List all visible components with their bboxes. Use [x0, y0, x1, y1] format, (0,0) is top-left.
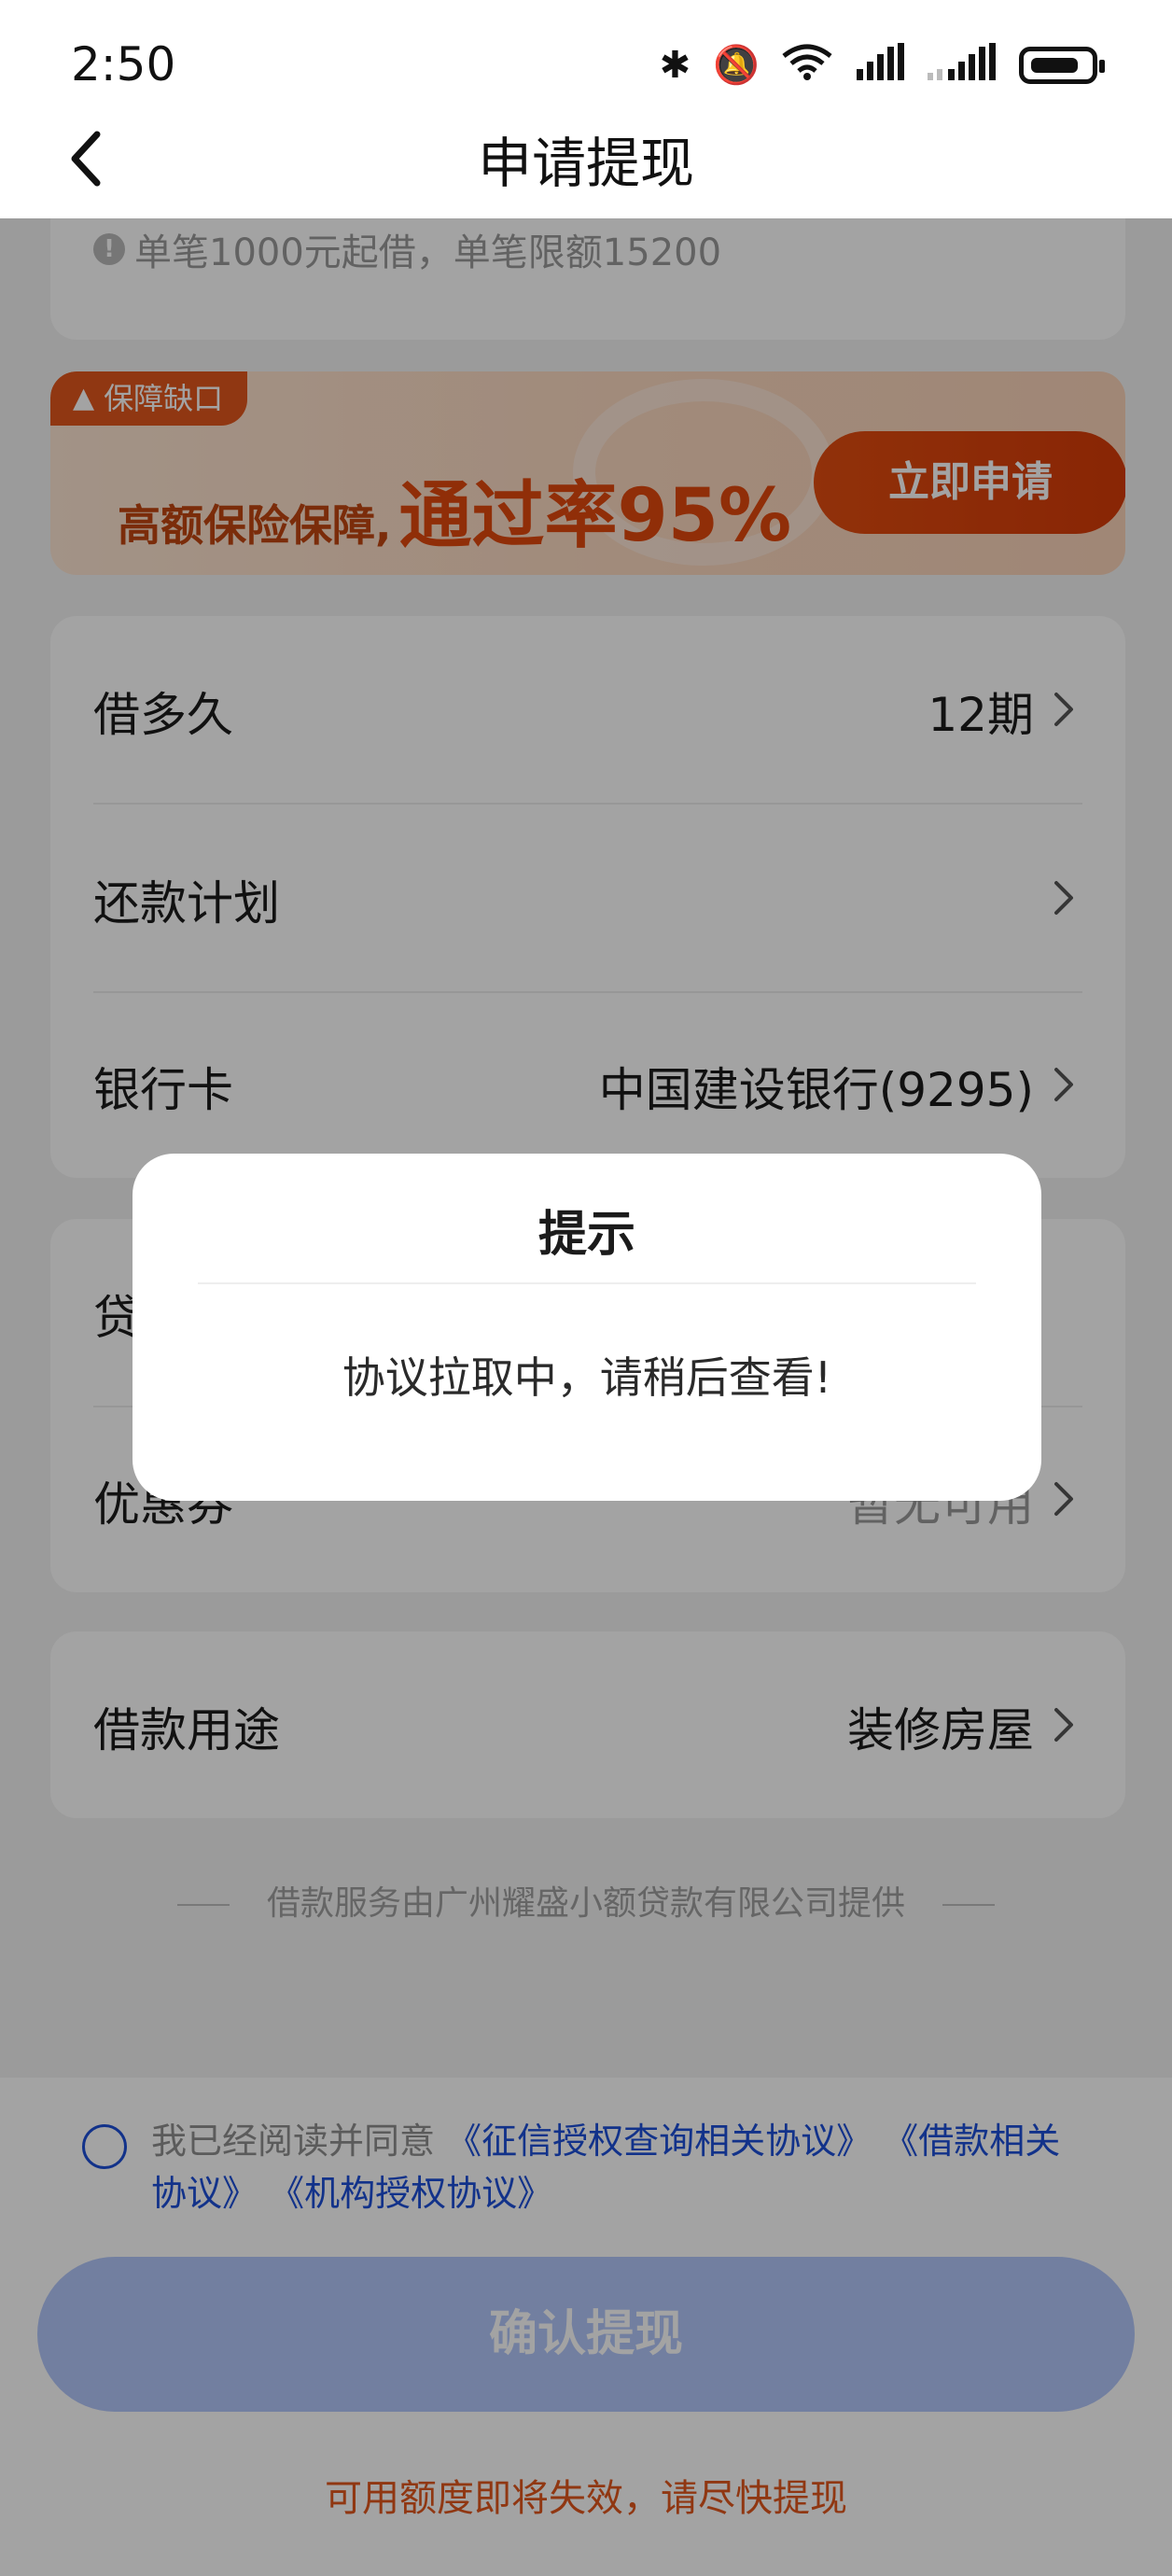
status-icons: ✱ 🔕 — [659, 43, 1105, 87]
signal-icon — [855, 43, 905, 87]
nav-bar: 申请提现 — [0, 103, 1172, 218]
divider — [198, 1282, 976, 1284]
battery-icon — [1019, 46, 1105, 84]
status-time: 2:50 — [71, 37, 176, 91]
page: 2:50 ✱ 🔕 申请提现 ! 单笔1000元起借，单笔限额15200 ▲ 保障… — [0, 0, 1172, 2576]
wifi-icon — [782, 43, 832, 87]
bell-muted-icon: 🔕 — [713, 43, 760, 87]
bluetooth-icon: ✱ — [659, 43, 691, 87]
dialog-title: 提示 — [537, 1207, 635, 1263]
page-title: 申请提现 — [477, 132, 694, 195]
notice-dialog: 提示 协议拉取中，请稍后查看! — [133, 1154, 1041, 1501]
status-bar: 2:50 ✱ 🔕 — [0, 0, 1172, 103]
signal-icon — [928, 43, 997, 87]
dialog-message: 协议拉取中，请稍后查看! — [342, 1352, 832, 1403]
